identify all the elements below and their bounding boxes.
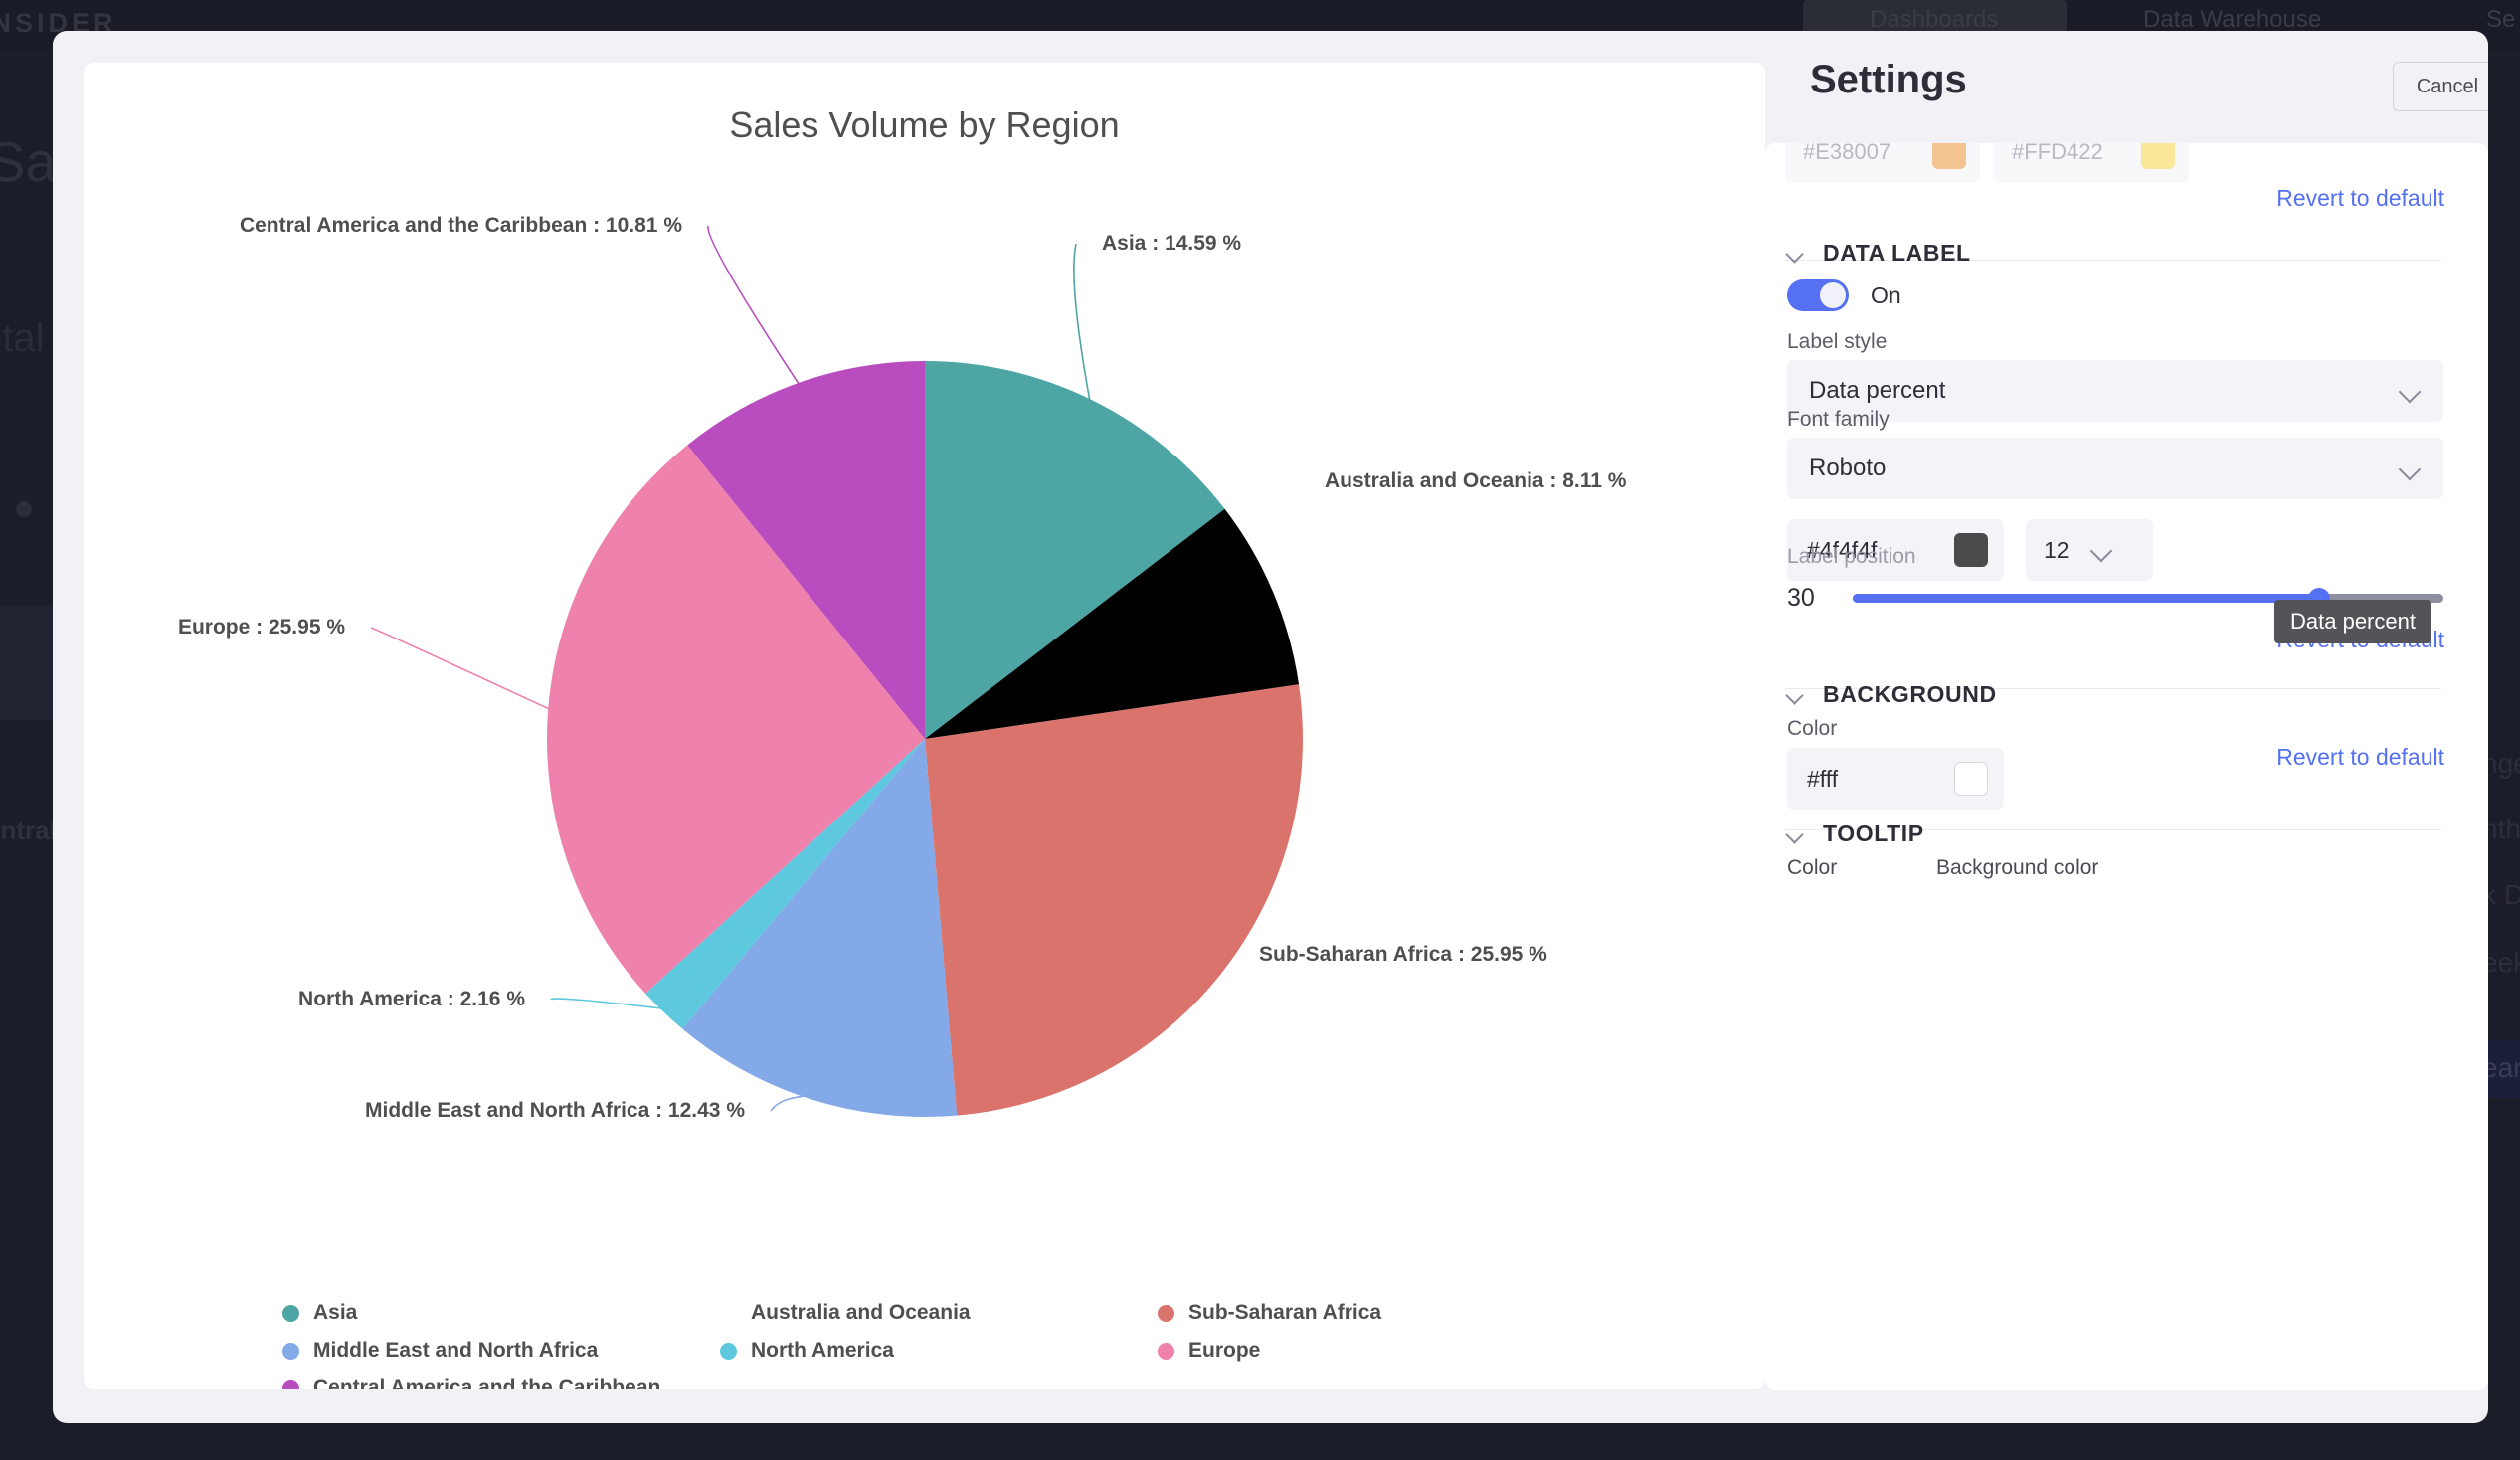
label-style-value: Data percent — [1809, 377, 1945, 405]
chevron-down-icon — [2091, 539, 2113, 561]
label-style-caption: Label style — [1787, 330, 1887, 354]
legend-item[interactable]: Asia — [282, 1294, 720, 1332]
legend-swatch — [1158, 1305, 1174, 1322]
font-size-value: 12 — [2044, 537, 2070, 564]
chart-preview-card: Sales Volume by Region Asia : 14.59 %Aus… — [84, 63, 1765, 1389]
background-left-fragment: entral — [0, 816, 57, 846]
pie-slice-group — [547, 361, 1303, 1117]
legend-item[interactable]: Sub-Saharan Africa — [1158, 1294, 1555, 1332]
font-family-caption: Font family — [1787, 408, 1890, 432]
section-header-data-label[interactable]: DATA LABEL — [1787, 240, 1971, 267]
legend-swatch — [282, 1305, 299, 1322]
legend-label: Middle East and North Africa — [313, 1339, 598, 1363]
font-color-swatch[interactable] — [1954, 533, 1988, 567]
background-status-dot — [16, 501, 32, 517]
chart-legend: Asia Australia and Oceania Sub-Saharan Afr… — [282, 1294, 1675, 1389]
chevron-down-icon — [2400, 380, 2422, 402]
cancel-button[interactable]: Cancel — [2393, 62, 2488, 111]
pie-slice-label: North America : 2.16 % — [298, 988, 525, 1010]
series-color-row: #E38007 #FFD422 — [1785, 143, 2189, 183]
series-color-field-1[interactable]: #E38007 — [1785, 143, 1980, 183]
settings-header: Settings Cancel Save — [1765, 31, 2488, 143]
legend-label: Europe — [1188, 1339, 1260, 1363]
legend-label: Australia and Oceania — [751, 1301, 971, 1325]
background-page-subtitle: otal — [0, 316, 45, 361]
pie-slice-label: Australia and Oceania : 8.11 % — [1325, 469, 1627, 492]
pie-leader-line — [551, 999, 666, 1008]
background-nav-se: Se — [2486, 6, 2515, 34]
revert-to-default-background[interactable]: Revert to default — [2276, 744, 2444, 771]
legend-item[interactable]: Middle East and North Africa — [282, 1332, 720, 1369]
legend-item[interactable]: Australia and Oceania — [720, 1294, 1158, 1332]
legend-item[interactable]: North America — [720, 1332, 1158, 1369]
settings-modal: Sales Volume by Region Asia : 14.59 %Aus… — [53, 31, 2488, 1423]
chevron-down-icon — [1787, 686, 1805, 704]
font-family-value: Roboto — [1809, 455, 1886, 482]
legend-item[interactable]: Central America and the Caribbean — [282, 1369, 720, 1389]
data-label-toggle-row: On — [1787, 279, 1901, 311]
revert-to-default-series[interactable]: Revert to default — [2276, 185, 2444, 212]
pie-leader-line — [371, 628, 552, 710]
section-title-tooltip: TOOLTIP — [1823, 821, 1924, 847]
legend-swatch — [720, 1305, 737, 1322]
legend-swatch — [282, 1343, 299, 1360]
legend-swatch — [282, 1380, 299, 1390]
background-color-caption: Color — [1787, 717, 1837, 741]
pie-leader-line — [771, 1096, 812, 1111]
font-family-select[interactable]: Roboto — [1787, 438, 2443, 499]
settings-panel: Settings Cancel Save #E38007 #FFD422 Rev… — [1765, 31, 2488, 1423]
chevron-down-icon — [2400, 457, 2422, 479]
background-nav-data-warehouse: Data Warehouse — [2143, 6, 2321, 34]
background-color-field[interactable]: #fff — [1787, 748, 2004, 810]
pie-leader-line — [1074, 244, 1090, 404]
series-color-field-2[interactable]: #FFD422 — [1994, 143, 2189, 183]
legend-label: Sub-Saharan Africa — [1188, 1301, 1381, 1325]
section-header-tooltip[interactable]: TOOLTIP — [1787, 821, 1924, 847]
pie-chart: Asia : 14.59 % Australia and Oceania : 8.… — [84, 63, 1765, 1286]
pie-slice-label: Asia : 14.59 % — [1102, 232, 1241, 255]
settings-scroll-body[interactable]: #E38007 #FFD422 Revert to default DATA L… — [1765, 143, 2488, 1390]
legend-swatch — [1158, 1343, 1174, 1360]
section-title-background: BACKGROUND — [1823, 681, 1997, 708]
section-header-background[interactable]: BACKGROUND — [1787, 681, 1997, 708]
pie-slice-label: Middle East and North Africa : 12.43 % — [365, 1099, 745, 1122]
series-color-hex-1: #E38007 — [1803, 143, 1890, 165]
toggle-knob — [1820, 282, 1846, 308]
legend-swatch — [720, 1343, 737, 1360]
pie-slice[interactable] — [925, 684, 1303, 1115]
series-color-hex-2: #FFD422 — [2012, 143, 2103, 165]
pie-slice-label: Central America and the Caribbean : 10.8… — [240, 214, 682, 237]
pie-slice-label: Sub-Saharan Africa : 25.95 % — [1259, 943, 1547, 966]
settings-title: Settings — [1810, 58, 1967, 102]
legend-label: North America — [751, 1339, 894, 1363]
tooltip-background-color-caption: Background color — [1936, 856, 2098, 880]
chevron-down-icon — [1787, 245, 1805, 263]
section-title-data-label: DATA LABEL — [1823, 240, 1971, 267]
pie-slice-label: Europe : 25.95 % — [178, 616, 345, 639]
tooltip-color-caption: Color — [1787, 856, 1837, 880]
legend-label: Central America and the Caribbean — [313, 1376, 660, 1389]
label-position-value: 30 — [1787, 584, 1853, 613]
legend-label: Asia — [313, 1301, 357, 1325]
background-color-swatch[interactable] — [1954, 762, 1988, 796]
background-nav-dashboards: Dashboards — [1870, 6, 1998, 34]
pie-chart-svg: Asia : 14.59 % Australia and Oceania : 8.… — [84, 63, 1765, 1286]
label-position-caption: Label position — [1787, 545, 1916, 569]
series-color-swatch-1[interactable] — [1932, 143, 1966, 169]
legend-item[interactable]: Europe — [1158, 1332, 1555, 1369]
pie-leader-line — [1269, 481, 1299, 594]
background-color-hex: #fff — [1807, 766, 1838, 793]
series-color-swatch-2[interactable] — [2141, 143, 2175, 169]
hover-tooltip: Data percent — [2274, 600, 2431, 643]
slider-fill — [1853, 594, 2319, 603]
data-label-toggle[interactable] — [1787, 279, 1849, 311]
chevron-down-icon — [1787, 825, 1805, 843]
pie-leader-line — [708, 226, 801, 386]
font-size-select[interactable]: 12 — [2026, 519, 2153, 581]
data-label-toggle-state: On — [1871, 282, 1901, 309]
